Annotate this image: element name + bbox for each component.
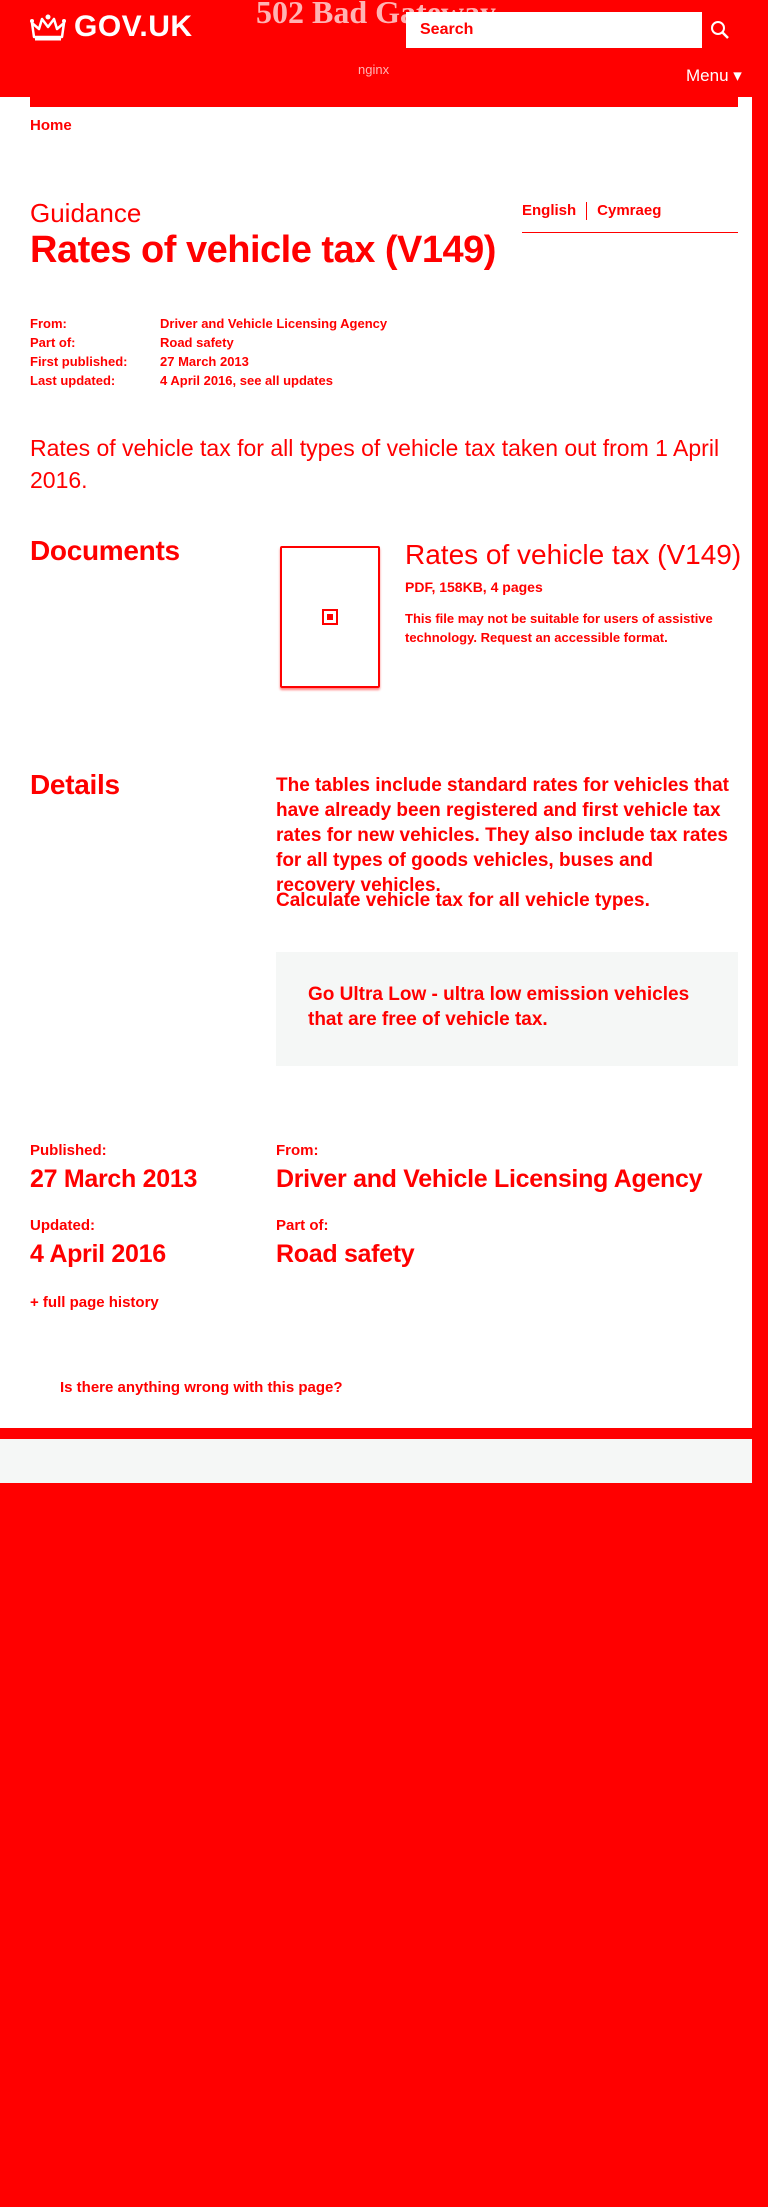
pdf-icon bbox=[322, 609, 338, 625]
search-icon bbox=[711, 21, 729, 39]
metadata: From: Driver and Vehicle Licensing Agency… bbox=[30, 314, 387, 390]
inset-text: Go Ultra Low - ultra low emission vehicl… bbox=[276, 952, 738, 1066]
page-caption: Guidance bbox=[30, 198, 142, 228]
meta-partof-label: Part of: bbox=[30, 335, 76, 350]
crown-icon bbox=[30, 14, 66, 41]
calculate-vehicle-tax-link[interactable]: Calculate vehicle tax bbox=[276, 890, 463, 911]
report-problem-link[interactable]: Is there anything wrong with this page? bbox=[60, 1379, 343, 1396]
updated-label: Updated: bbox=[30, 1217, 95, 1234]
request-accessible-format-link[interactable]: Request an accessible format. bbox=[481, 630, 668, 645]
header-underline bbox=[30, 97, 738, 107]
language-switcher: English Cymraeg bbox=[522, 202, 738, 233]
error-server: nginx bbox=[358, 62, 390, 77]
logo-text: GOV.UK bbox=[74, 10, 193, 43]
search-placeholder: Search bbox=[420, 21, 474, 38]
document-accessibility-note: This file may not be suitable for users … bbox=[405, 609, 735, 647]
lead-paragraph: Rates of vehicle tax for all types of ve… bbox=[30, 435, 720, 493]
from-value-link[interactable]: Driver and Vehicle Licensing Agency bbox=[276, 1165, 703, 1194]
search-input[interactable]: Search bbox=[406, 12, 702, 48]
published-value: 27 March 2013 bbox=[30, 1165, 198, 1193]
document-meta: PDF, 158KB, 4 pages bbox=[405, 579, 543, 595]
site-header: GOV.UK 502 Bad Gateway nginx Search Menu… bbox=[0, 0, 768, 100]
from-label: From: bbox=[276, 1142, 319, 1159]
updated-value: 4 April 2016 bbox=[30, 1240, 166, 1268]
footer-bar bbox=[0, 1439, 752, 1483]
document-thumbnail[interactable] bbox=[280, 546, 380, 688]
govuk-logo[interactable]: GOV.UK bbox=[30, 10, 193, 44]
page-title: Rates of vehicle tax (V149) bbox=[30, 229, 496, 271]
see-all-updates-link[interactable]: see all updates bbox=[240, 373, 333, 388]
meta-from-label: From: bbox=[30, 316, 67, 331]
meta-first-label: First published: bbox=[30, 354, 128, 369]
details-heading: Details bbox=[30, 769, 120, 800]
published-label: Published: bbox=[30, 1142, 107, 1159]
details-paragraph: The tables include standard rates for ve… bbox=[276, 775, 729, 896]
calculate-rest: for all vehicle types. bbox=[462, 890, 650, 911]
document-title-link[interactable]: Rates of vehicle tax (V149) bbox=[405, 539, 741, 571]
main-content: Home Guidance Rates of vehicle tax (V149… bbox=[0, 97, 752, 1428]
meta-updated-label: Last updated: bbox=[30, 373, 116, 388]
menu-button[interactable]: Menu ▾ bbox=[686, 66, 742, 86]
meta-first-value: 27 March 2013 bbox=[160, 354, 249, 369]
full-page-history-link[interactable]: + full page history bbox=[30, 1294, 159, 1311]
meta-from-link[interactable]: Driver and Vehicle Licensing Agency bbox=[160, 314, 387, 333]
partof-value-link[interactable]: Road safety bbox=[276, 1240, 415, 1269]
meta-partof-link[interactable]: Road safety bbox=[160, 333, 234, 352]
language-separator bbox=[586, 202, 588, 220]
language-link-welsh[interactable]: Cymraeg bbox=[597, 202, 661, 219]
language-current: English bbox=[522, 202, 577, 219]
documents-heading: Documents bbox=[30, 535, 180, 566]
meta-updated-value: 4 April 2016, bbox=[160, 373, 240, 388]
calculate-line: Calculate vehicle tax for all vehicle ty… bbox=[276, 890, 650, 912]
partof-label: Part of: bbox=[276, 1217, 329, 1234]
go-ultra-low-link[interactable]: Go Ultra Low bbox=[308, 984, 426, 1005]
breadcrumb-home[interactable]: Home bbox=[30, 117, 72, 134]
search-button[interactable] bbox=[702, 12, 738, 48]
